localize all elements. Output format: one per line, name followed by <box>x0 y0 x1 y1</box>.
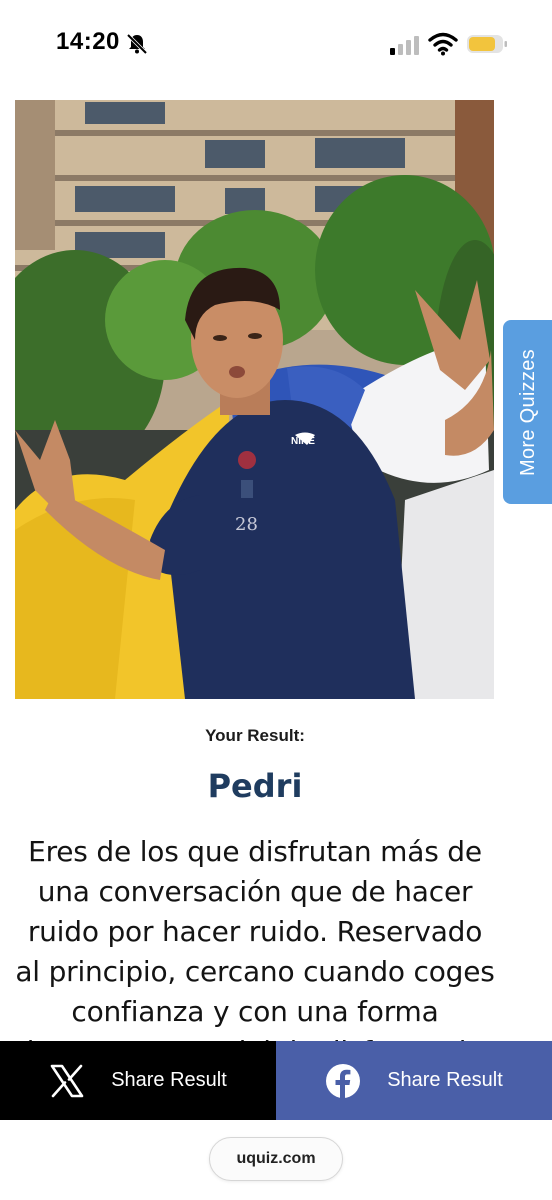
result-heading: Your Result: <box>205 726 305 745</box>
share-on-facebook-label: Share Result <box>387 1069 503 1091</box>
facebook-logo-icon <box>326 1063 361 1098</box>
more-quizzes-label: More Quizzes <box>516 348 539 476</box>
result-photo-illustration: NIKE 28 <box>15 100 494 699</box>
svg-text:NIKE: NIKE <box>291 436 315 447</box>
svg-text:28: 28 <box>235 514 258 535</box>
status-bar: 14:20 <box>0 0 552 90</box>
result-name: Pedri <box>207 767 303 805</box>
bell-slash-icon <box>126 33 148 55</box>
share-on-x-label: Share Result <box>111 1069 227 1091</box>
url-text: uquiz.com <box>236 1150 316 1167</box>
x-logo-icon <box>50 1064 84 1097</box>
url-pill[interactable]: uquiz.com <box>209 1137 343 1181</box>
battery-icon <box>467 35 507 53</box>
share-on-x-button[interactable]: Share Result <box>0 1041 276 1120</box>
signal-icon <box>390 36 419 55</box>
share-on-facebook-button[interactable]: Share Result <box>276 1041 552 1120</box>
wifi-icon <box>428 32 458 56</box>
result-photo: NIKE 28 <box>15 100 494 699</box>
more-quizzes-tab[interactable]: More Quizzes <box>503 320 552 504</box>
quiz-result-page: 14:20 NIKE 28 More Quizzes Your Result: … <box>0 0 552 1200</box>
status-time: 14:20 <box>56 28 120 55</box>
result-description: Eres de los que disfrutan más de una con… <box>15 835 495 1042</box>
share-bar: Share Result Share Result <box>0 1041 552 1120</box>
